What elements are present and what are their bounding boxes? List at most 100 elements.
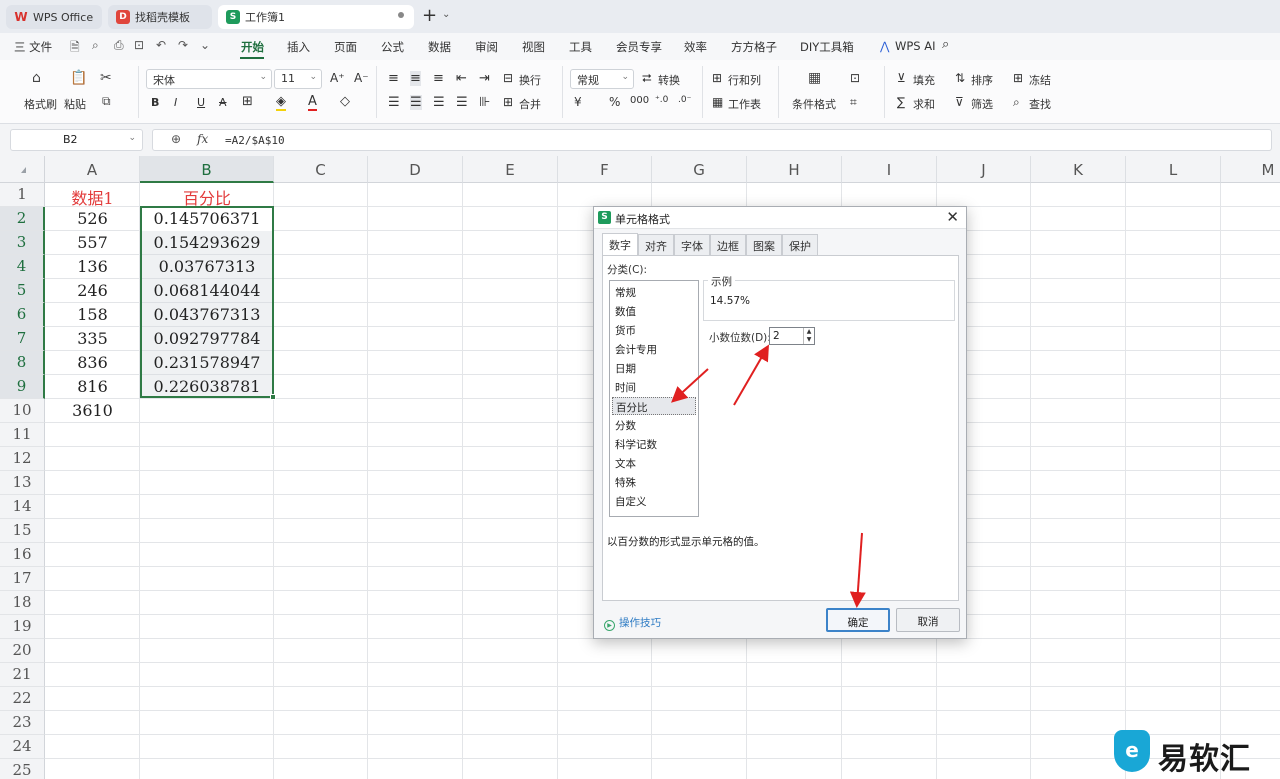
decimals-value[interactable]: 2: [773, 330, 780, 342]
fill-color-icon[interactable]: ◈: [276, 94, 286, 111]
column-header-f[interactable]: F: [558, 156, 652, 183]
column-header-h[interactable]: H: [747, 156, 842, 183]
row-header-6[interactable]: 6: [0, 303, 45, 327]
row-header-13[interactable]: 13: [0, 471, 45, 495]
row-header-4[interactable]: 4: [0, 255, 45, 279]
menu-efficiency[interactable]: 效率: [684, 39, 707, 55]
cell-a2[interactable]: 526: [45, 207, 140, 231]
number-format-combo[interactable]: 常规 ⌄: [570, 69, 634, 89]
cell-b3[interactable]: 0.154293629: [140, 231, 274, 255]
paste-icon[interactable]: 📋: [70, 70, 87, 86]
more-chevron-icon[interactable]: ⌄: [200, 38, 210, 52]
print-preview-icon[interactable]: ⊡: [134, 38, 144, 52]
row-header-23[interactable]: 23: [0, 711, 45, 735]
menu-review[interactable]: 审阅: [475, 39, 498, 55]
category-item[interactable]: 货币: [612, 321, 696, 339]
menu-home[interactable]: 开始: [241, 39, 264, 55]
cell-a7[interactable]: 335: [45, 327, 140, 351]
fill-label[interactable]: 填充: [913, 72, 935, 88]
category-item[interactable]: 分数: [612, 416, 696, 434]
row-header-24[interactable]: 24: [0, 735, 45, 759]
find-label[interactable]: 查找: [1029, 96, 1051, 112]
column-header-j[interactable]: J: [937, 156, 1031, 183]
increase-decimal-icon[interactable]: ⁺.0: [655, 95, 668, 105]
category-item[interactable]: 文本: [612, 454, 696, 472]
chevron-down-icon[interactable]: ⌄: [128, 133, 136, 143]
format-painter-label[interactable]: 格式刷: [24, 96, 57, 112]
cell-a3[interactable]: 557: [45, 231, 140, 255]
category-item[interactable]: 特殊: [612, 473, 696, 491]
column-header-b[interactable]: B: [140, 156, 274, 183]
row-header-14[interactable]: 14: [0, 495, 45, 519]
column-header-i[interactable]: I: [842, 156, 937, 183]
tab-border[interactable]: 边框: [710, 234, 746, 255]
decimals-stepper[interactable]: 2 ▲ ▼: [769, 327, 815, 345]
tips-link[interactable]: ▶ 操作技巧: [604, 615, 661, 631]
menu-page[interactable]: 页面: [334, 39, 357, 55]
row-header-11[interactable]: 11: [0, 423, 45, 447]
new-tab-icon[interactable]: +: [422, 6, 437, 26]
cell-style-icon[interactable]: ⊡: [850, 71, 860, 85]
row-header-22[interactable]: 22: [0, 687, 45, 711]
decrease-decimal-icon[interactable]: .0⁻: [678, 95, 691, 105]
row-header-7[interactable]: 7: [0, 327, 45, 351]
undo-icon[interactable]: ↶: [156, 38, 166, 52]
stepper-arrows-icon[interactable]: ▲ ▼: [803, 328, 814, 344]
indent-increase-icon[interactable]: ⇥: [479, 71, 490, 86]
table-style-icon[interactable]: ⌗: [850, 95, 857, 110]
tab-font[interactable]: 字体: [674, 234, 710, 255]
menu-member[interactable]: 会员专享: [616, 39, 662, 55]
menu-view[interactable]: 视图: [522, 39, 545, 55]
function-icon[interactable]: fx: [197, 132, 208, 146]
filter-icon[interactable]: ⊽: [955, 95, 964, 109]
worksheet-icon[interactable]: ▦: [712, 95, 723, 109]
distribute-icon[interactable]: ⊪: [479, 95, 490, 110]
cell-a1[interactable]: 数据1: [45, 183, 140, 208]
column-header-g[interactable]: G: [652, 156, 747, 183]
close-icon[interactable]: ✕: [946, 208, 959, 226]
column-header-e[interactable]: E: [463, 156, 558, 183]
sum-icon[interactable]: ∑: [897, 95, 905, 109]
freeze-icon[interactable]: ⊞: [1013, 71, 1023, 85]
cell-a10[interactable]: 3610: [45, 399, 140, 423]
tab-protection[interactable]: 保护: [782, 234, 818, 255]
column-header-m[interactable]: M: [1221, 156, 1280, 183]
name-box[interactable]: B2 ⌄: [10, 129, 143, 151]
cancel-button[interactable]: 取消: [896, 608, 960, 632]
row-header-19[interactable]: 19: [0, 615, 45, 639]
menu-file[interactable]: 三 文件: [14, 39, 52, 55]
row-col-label[interactable]: 行和列: [728, 72, 761, 88]
column-header-c[interactable]: C: [274, 156, 368, 183]
strikethrough-icon[interactable]: A: [219, 96, 227, 109]
tab-wps-office[interactable]: W WPS Office: [6, 5, 102, 29]
merge-label[interactable]: 合并: [519, 96, 541, 112]
save-icon[interactable]: 🗎: [70, 38, 80, 59]
wrap-icon[interactable]: ⊟: [503, 71, 513, 85]
cell-a9[interactable]: 816: [45, 375, 140, 399]
sum-label[interactable]: 求和: [913, 96, 935, 112]
wps-ai-icon[interactable]: ⋀: [880, 39, 889, 53]
category-item[interactable]: 日期: [612, 359, 696, 377]
filter-label[interactable]: 筛选: [971, 96, 993, 112]
column-header-l[interactable]: L: [1126, 156, 1221, 183]
convert-label[interactable]: 转换: [658, 72, 680, 88]
convert-icon[interactable]: ⮂: [642, 71, 652, 86]
percent-icon[interactable]: %: [609, 95, 620, 109]
menu-ffgz[interactable]: 方方格子: [731, 39, 777, 55]
formula-input[interactable]: ⊕ fx =A2/$A$10: [152, 129, 1272, 151]
wrap-label[interactable]: 换行: [519, 72, 541, 88]
unsaved-dot-icon[interactable]: [398, 12, 404, 18]
cell-b6[interactable]: 0.043767313: [140, 303, 274, 327]
chevron-down-icon[interactable]: ⌄: [442, 9, 450, 20]
print-icon[interactable]: ⎙: [114, 38, 124, 53]
category-item[interactable]: 科学记数: [612, 435, 696, 453]
copy-icon[interactable]: ⧉: [102, 94, 111, 109]
align-top-icon[interactable]: ≡: [388, 71, 399, 86]
font-grow-icon[interactable]: A⁺: [330, 71, 345, 85]
category-list[interactable]: 常规 数值 货币 会计专用 日期 时间 百分比 分数 科学记数 文本 特殊 自定义: [609, 280, 699, 517]
column-header-d[interactable]: D: [368, 156, 463, 183]
underline-icon[interactable]: U: [197, 96, 205, 109]
row-header-2[interactable]: 2: [0, 207, 45, 231]
menu-insert[interactable]: 插入: [287, 39, 310, 55]
find-icon[interactable]: ⌕: [1013, 95, 1020, 110]
